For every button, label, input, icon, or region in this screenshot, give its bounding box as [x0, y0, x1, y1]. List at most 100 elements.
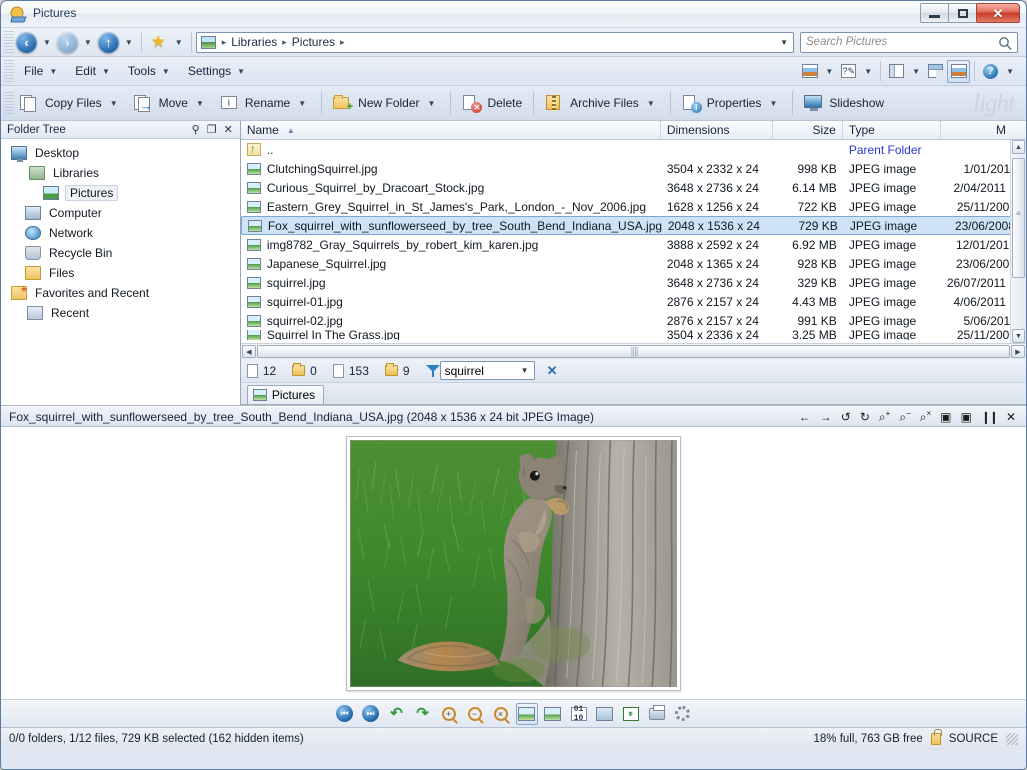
fit-window-icon[interactable]: ▣	[940, 411, 951, 423]
archive-files-button[interactable]: Archive Files ▼	[539, 89, 665, 117]
new-folder-button[interactable]: + New Folder ▼	[327, 89, 445, 117]
sidebar-item-libraries[interactable]: Libraries	[1, 163, 240, 183]
move-button[interactable]: → Move ▼	[128, 89, 214, 117]
table-row[interactable]: squirrel-02.jpg 2876 x 2157 x 24 991 KB …	[241, 311, 1026, 330]
sidebar-item-files[interactable]: Files	[1, 263, 240, 283]
rotate-left-icon[interactable]: ↺	[841, 411, 851, 423]
back-dropdown-icon[interactable]: ▼	[39, 38, 55, 47]
favorites-dropdown-icon[interactable]: ▼	[171, 38, 187, 47]
scroll-right-arrow-icon[interactable]: ▶	[1011, 345, 1025, 358]
forward-dropdown-icon[interactable]: ▼	[80, 38, 96, 47]
sidebar-item-recycle-bin[interactable]: Recycle Bin	[1, 243, 240, 263]
chevron-down-icon[interactable]: ▼	[761, 99, 781, 108]
sidebar-item-recent[interactable]: Recent	[1, 303, 240, 323]
last-image-button[interactable]: ⏭	[360, 703, 382, 725]
tree-undock-icon[interactable]: ❐	[207, 123, 217, 136]
chevron-down-icon[interactable]: ▼	[188, 99, 208, 108]
chevron-down-icon[interactable]: ▼	[860, 67, 876, 76]
table-row[interactable]: Squirrel In The Grass.jpg 3504 x 2336 x …	[241, 330, 1026, 340]
menu-gripper[interactable]	[4, 60, 14, 82]
sidebar-item-computer[interactable]: Computer	[1, 203, 240, 223]
layout-split-icon[interactable]	[924, 60, 947, 83]
actual-size-icon[interactable]: ▣	[960, 411, 971, 423]
column-header-size[interactable]: Size	[773, 120, 843, 140]
scroll-left-arrow-icon[interactable]: ◀	[241, 345, 256, 358]
up-dropdown-icon[interactable]: ▼	[121, 38, 137, 47]
table-row[interactable]: Eastern_Grey_Squirrel_in_St_James's_Park…	[241, 197, 1026, 216]
tab-pictures[interactable]: Pictures	[246, 385, 325, 404]
file-list-horizontal-scrollbar[interactable]: ◀ ▶	[240, 343, 1026, 359]
chevron-down-icon[interactable]: ▼	[639, 99, 659, 108]
search-input[interactable]: Search Pictures	[800, 31, 1018, 54]
hscrollbar-thumb[interactable]	[256, 345, 1010, 358]
fullscreen-button[interactable]: ⌽	[620, 703, 642, 725]
print-button[interactable]	[646, 703, 668, 725]
address-bar[interactable]: ▸ Libraries ▸ Pictures ▸ ▼	[195, 31, 794, 53]
maximize-button[interactable]	[948, 3, 977, 23]
fit-to-window-button[interactable]	[515, 702, 538, 725]
favorites-star-icon[interactable]: ★	[146, 30, 171, 55]
actual-size-button[interactable]	[542, 703, 564, 725]
pause-icon[interactable]: ❙❙	[981, 411, 999, 423]
tree-close-icon[interactable]: ✕	[224, 123, 233, 136]
filter-funnel-icon[interactable]	[425, 364, 440, 377]
table-row[interactable]: Curious_Squirrel_by_Dracoart_Stock.jpg 3…	[241, 178, 1026, 197]
delete-button[interactable]: ✕ Delete	[456, 89, 528, 117]
next-image-icon[interactable]: →	[820, 411, 832, 423]
minimize-button[interactable]	[920, 3, 949, 23]
table-row-selected[interactable]: Fox_squirrel_with_sunflowerseed_by_tree_…	[240, 216, 1026, 235]
scroll-up-arrow-icon[interactable]: ▲	[1012, 140, 1025, 154]
zoom-in-icon[interactable]: ⌕+	[879, 410, 890, 424]
zoom-reset-button[interactable]: ×	[490, 703, 512, 725]
menu-settings[interactable]: Settings ▼	[178, 61, 253, 81]
table-row[interactable]: squirrel.jpg 3648 x 2736 x 24 329 KB JPE…	[241, 273, 1026, 292]
rotate-left-button[interactable]: ↶	[386, 703, 408, 725]
help-icon[interactable]: ?	[979, 60, 1002, 83]
rotate-right-icon[interactable]: ↻	[860, 411, 870, 423]
filter-combobox[interactable]: squirrel ▼	[439, 361, 535, 380]
zoom-in-button[interactable]: +	[438, 703, 460, 725]
zoom-out-button[interactable]: −	[464, 703, 486, 725]
chevron-down-icon[interactable]: ▼	[231, 67, 249, 76]
menu-file[interactable]: File ▼	[14, 61, 65, 81]
rotate-right-button[interactable]: ↷	[412, 703, 434, 725]
thumbnails-view-icon[interactable]	[798, 60, 821, 83]
file-list-vertical-scrollbar[interactable]: ▲ ▼	[1010, 140, 1026, 343]
search-icon[interactable]	[998, 36, 1013, 54]
sidebar-item-network[interactable]: Network	[1, 223, 240, 243]
sidebar-item-pictures[interactable]: Pictures	[1, 183, 240, 203]
tree-search-icon[interactable]: ⚲	[192, 123, 200, 136]
histogram-button[interactable]: 01 10	[568, 703, 590, 725]
column-header-modified[interactable]: M	[941, 121, 1026, 140]
chevron-down-icon[interactable]: ▼	[821, 67, 837, 76]
close-button[interactable]: ✕	[976, 3, 1020, 23]
chevron-down-icon[interactable]: ▼	[102, 99, 122, 108]
sidebar-item-favorites-and-recent[interactable]: Favorites and Recent	[1, 283, 240, 303]
edit-metadata-icon[interactable]: ?✎	[837, 60, 860, 83]
breadcrumb-libraries[interactable]: Libraries	[229, 34, 279, 50]
zoom-out-icon[interactable]: ⌕−	[899, 410, 910, 424]
preview-image[interactable]	[350, 439, 677, 687]
forward-button[interactable]: ›	[55, 30, 80, 55]
slideshow-button[interactable]: Slideshow	[798, 89, 890, 117]
layout-panes-icon[interactable]	[885, 60, 908, 83]
column-header-name[interactable]: Name ▲	[241, 120, 661, 140]
scroll-down-arrow-icon[interactable]: ▼	[1012, 329, 1025, 343]
properties-button[interactable]: i Properties ▼	[676, 89, 788, 117]
clear-filter-button[interactable]: ✕	[547, 363, 558, 379]
first-image-button[interactable]: ⏮	[334, 703, 356, 725]
column-header-dimensions[interactable]: Dimensions	[661, 120, 773, 140]
chevron-down-icon[interactable]: ▼	[908, 67, 924, 76]
preview-pane-icon[interactable]	[947, 59, 971, 83]
resize-grip[interactable]	[1006, 733, 1018, 745]
copy-files-button[interactable]: Copy Files ▼	[14, 89, 128, 117]
prev-image-icon[interactable]: ←	[799, 411, 811, 423]
table-row[interactable]: ClutchingSquirrel.jpg 3504 x 2332 x 24 9…	[241, 159, 1026, 178]
slideshow-button[interactable]	[594, 703, 616, 725]
chevron-down-icon[interactable]: ▼	[420, 99, 440, 108]
table-row[interactable]: Japanese_Squirrel.jpg 2048 x 1365 x 24 9…	[241, 254, 1026, 273]
menu-tools[interactable]: Tools ▼	[118, 61, 178, 81]
breadcrumb-pictures[interactable]: Pictures	[290, 34, 337, 50]
chevron-down-icon[interactable]: ▼	[1002, 67, 1018, 76]
settings-button[interactable]	[672, 703, 694, 725]
